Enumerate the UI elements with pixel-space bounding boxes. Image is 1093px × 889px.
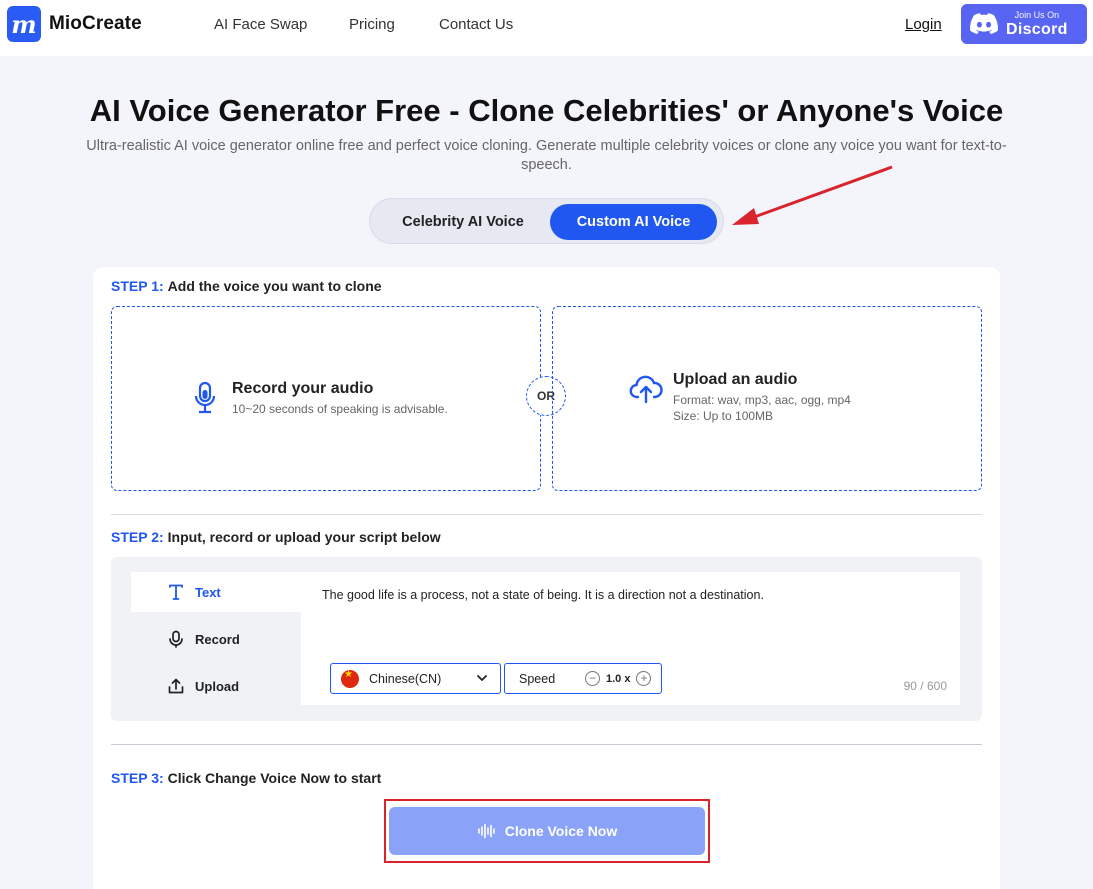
discord-small-label: Join Us On [1014, 9, 1060, 20]
nav-contact-us[interactable]: Contact Us [439, 16, 513, 33]
top-header: m MioCreate AI Face Swap Pricing Contact… [0, 0, 1093, 56]
china-flag-icon [341, 669, 359, 688]
speed-value: 1.0 x [606, 672, 631, 685]
upload-audio-format: Format: wav, mp3, aac, ogg, mp4 [673, 393, 851, 407]
step2-label: STEP 2: [111, 529, 164, 545]
step3-text: Click Change Voice Now to start [167, 770, 382, 786]
page-title: AI Voice Generator Free - Clone Celebrit… [89, 93, 1004, 128]
script-textarea[interactable]: The good life is a process, not a state … [301, 572, 960, 705]
brand-name: MioCreate [49, 13, 142, 34]
clone-voice-button[interactable]: Clone Voice Now [389, 807, 705, 855]
speed-decrease-button[interactable]: − [585, 671, 600, 686]
tab-custom-ai-voice[interactable]: Custom AI Voice [550, 204, 717, 240]
upload-audio-title: Upload an audio [673, 371, 798, 388]
nav-ai-face-swap[interactable]: AI Face Swap [214, 16, 307, 33]
microphone-icon [169, 630, 183, 648]
speed-label: Speed [519, 671, 556, 686]
language-select[interactable]: Chinese(CN) [330, 663, 501, 694]
nav-pricing[interactable]: Pricing [349, 16, 395, 33]
speed-control: Speed − 1.0 x + [504, 663, 662, 694]
discord-button[interactable]: Join Us On Discord [961, 4, 1087, 44]
script-tab-text[interactable]: Text [131, 572, 301, 612]
discord-icon [970, 13, 998, 35]
divider [111, 744, 982, 745]
upload-icon [168, 678, 184, 694]
highlight-frame: Clone Voice Now [384, 799, 710, 863]
divider [111, 514, 982, 515]
chevron-down-icon [477, 675, 487, 681]
record-audio-desc: 10~20 seconds of speaking is advisable. [232, 402, 448, 416]
text-icon [169, 584, 183, 600]
script-text: The good life is a process, not a state … [322, 588, 764, 602]
microphone-icon [194, 381, 216, 414]
tab-celebrity-ai-voice[interactable]: Celebrity AI Voice [376, 204, 550, 240]
step3-heading: STEP 3: Click Change Voice Now to start [111, 770, 381, 786]
script-tab-upload[interactable]: Upload [131, 666, 301, 706]
step2-text: Input, record or upload your script belo… [167, 529, 441, 545]
step1-text: Add the voice you want to clone [167, 278, 382, 294]
clone-card: STEP 1: Add the voice you want to clone R… [93, 267, 1000, 889]
annotation-arrow [732, 165, 893, 225]
speed-increase-button[interactable]: + [636, 671, 652, 686]
clone-voice-label: Clone Voice Now [504, 823, 618, 839]
script-tab-record[interactable]: Record [131, 619, 301, 659]
upload-audio-box[interactable]: Upload an audio Format: wav, mp3, aac, o… [552, 306, 982, 491]
record-audio-box[interactable]: Record your audio 10~20 seconds of speak… [111, 306, 541, 491]
char-counter: 90 / 600 [903, 679, 947, 693]
step3-label: STEP 3: [111, 770, 164, 786]
cloud-upload-icon [629, 375, 663, 404]
record-audio-title: Record your audio [232, 380, 374, 397]
logo-mark: m [7, 6, 41, 42]
login-link[interactable]: Login [905, 16, 942, 33]
script-panel: Text Record Upload The good life is a pr… [111, 557, 982, 721]
upload-audio-size: Size: Up to 100MB [673, 409, 774, 423]
language-value: Chinese(CN) [369, 671, 442, 686]
step2-heading: STEP 2: Input, record or upload your scri… [111, 529, 441, 545]
script-tab-upload-label: Upload [195, 678, 240, 694]
script-tab-record-label: Record [195, 631, 240, 647]
discord-label: Discord [1006, 20, 1068, 38]
voice-type-switch: Celebrity AI Voice Custom AI Voice [369, 198, 724, 244]
step1-heading: STEP 1: Add the voice you want to clone [111, 278, 382, 294]
sound-wave-icon [477, 823, 495, 839]
script-tab-text-label: Text [195, 584, 221, 600]
logo[interactable]: m MioCreate [7, 6, 142, 42]
step1-label: STEP 1: [111, 278, 164, 294]
